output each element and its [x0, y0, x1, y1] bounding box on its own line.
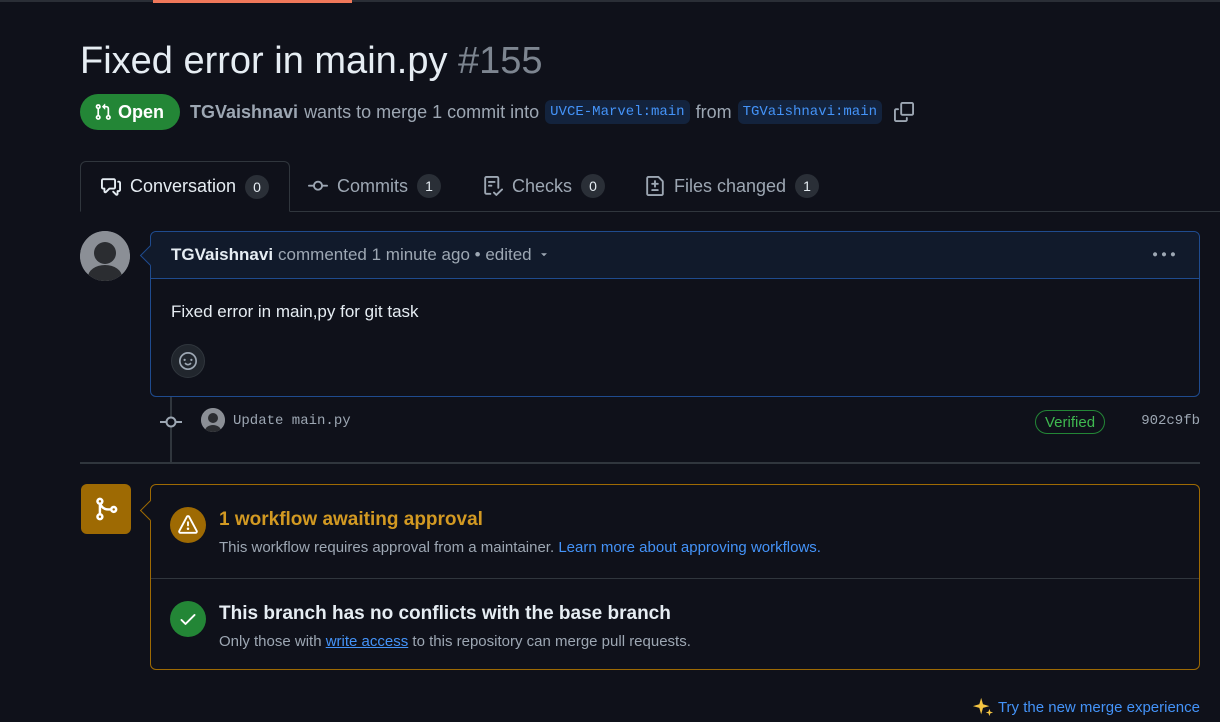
- file-diff-icon: [646, 176, 664, 196]
- comment-header: TGVaishnavi commented 1 minute ago • edi…: [151, 232, 1199, 279]
- head-branch-link[interactable]: TGVaishnavi:main: [737, 100, 882, 124]
- verified-badge[interactable]: Verified: [1035, 410, 1106, 434]
- merge-status-box: [81, 484, 131, 534]
- triangle-down-icon[interactable]: [538, 245, 550, 265]
- tab-checks[interactable]: Checks 0: [483, 161, 606, 211]
- workflow-approval-title: 1 workflow awaiting approval: [219, 509, 483, 530]
- no-conflicts-title: This branch has no conflicts with the ba…: [219, 603, 671, 624]
- pr-title-text: Fixed error in main.py: [80, 40, 448, 82]
- no-conflicts-text-before: Only those with: [219, 633, 322, 650]
- try-new-merge-link[interactable]: Try the new merge experience: [972, 696, 1200, 718]
- tab-conversation-label: Conversation: [130, 176, 237, 196]
- workflow-approval-text: This workflow requires approval from a m…: [219, 539, 555, 556]
- add-reaction-button[interactable]: [171, 344, 205, 378]
- no-conflicts-section: This branch has no conflicts with the ba…: [151, 578, 1199, 671]
- git-pull-request-icon: [95, 103, 111, 120]
- workflow-approval-desc: This workflow requires approval from a m…: [219, 539, 821, 556]
- pr-author-link[interactable]: TGVaishnavi: [190, 102, 298, 123]
- pr-from-text: from: [695, 101, 732, 122]
- smiley-icon: [179, 352, 197, 370]
- pr-meta: Open TGVaishnavi wants to merge 1 commit…: [80, 93, 914, 131]
- avatar[interactable]: [80, 231, 130, 281]
- comment-author-link[interactable]: TGVaishnavi: [171, 245, 273, 265]
- alert-icon: [170, 507, 206, 543]
- pr-state-badge: Open: [80, 94, 181, 130]
- pr-state-label: Open: [118, 101, 165, 122]
- learn-more-workflows-link[interactable]: Learn more about approving workflows.: [558, 539, 821, 556]
- check-icon: [170, 601, 206, 637]
- git-commit-icon: [160, 414, 182, 435]
- copy-icon[interactable]: [894, 102, 914, 122]
- pr-merge-text: wants to merge 1 commit into: [304, 101, 540, 122]
- comment-discussion-icon: [101, 177, 121, 196]
- comment-edited-label[interactable]: • edited: [475, 245, 532, 265]
- tab-files-changed-label: Files changed: [674, 175, 787, 196]
- git-commit-icon: [308, 180, 328, 191]
- commit-sha-link[interactable]: 902c9fb: [1141, 413, 1200, 429]
- git-merge-icon: [96, 497, 118, 521]
- tab-checks-count: 0: [581, 174, 606, 198]
- comment-card: TGVaishnavi commented 1 minute ago • edi…: [150, 231, 1200, 397]
- tab-files-changed-count: 1: [795, 174, 820, 198]
- active-nav-underline: [153, 0, 352, 3]
- tab-commits[interactable]: Commits 1: [308, 161, 441, 211]
- pr-title: Fixed error in main.py #155: [80, 38, 543, 84]
- base-branch-link[interactable]: UVCE-Marvel:main: [545, 100, 690, 124]
- workflow-approval-section: 1 workflow awaiting approval This workfl…: [151, 485, 1199, 577]
- no-conflicts-desc: Only those with write access to this rep…: [219, 633, 691, 650]
- kebab-horizontal-icon[interactable]: [1153, 244, 1175, 272]
- commit-message-link[interactable]: Update main.py: [233, 413, 351, 429]
- no-conflicts-text-after: to this repository can merge pull reques…: [412, 633, 691, 650]
- checklist-icon: [484, 176, 503, 196]
- comment-timestamp[interactable]: 1 minute ago: [372, 245, 470, 265]
- write-access-link[interactable]: write access: [326, 633, 409, 650]
- sparkles-icon: [972, 697, 994, 717]
- comment-action: commented: [278, 245, 367, 264]
- pr-number: #155: [458, 40, 543, 82]
- tab-conversation[interactable]: Conversation 0: [80, 161, 291, 212]
- commit-row: Update main.py Verified 902c9fb: [160, 405, 1200, 439]
- comment-body: Fixed error in main,py for git task: [171, 302, 419, 321]
- tab-conversation-count: 0: [245, 174, 270, 199]
- tab-files-changed[interactable]: Files changed 1: [645, 161, 820, 211]
- commit-author-avatar[interactable]: [201, 408, 225, 432]
- tab-commits-label: Commits: [337, 175, 408, 196]
- timeline-separator: [80, 462, 1200, 464]
- pr-tabs: Conversation 0 Commits 1 Checks 0 Files …: [80, 161, 1220, 212]
- tab-commits-count: 1: [417, 174, 441, 198]
- try-new-merge-label: Try the new merge experience: [997, 698, 1200, 716]
- tab-checks-label: Checks: [512, 175, 573, 196]
- merge-box: 1 workflow awaiting approval This workfl…: [150, 484, 1200, 670]
